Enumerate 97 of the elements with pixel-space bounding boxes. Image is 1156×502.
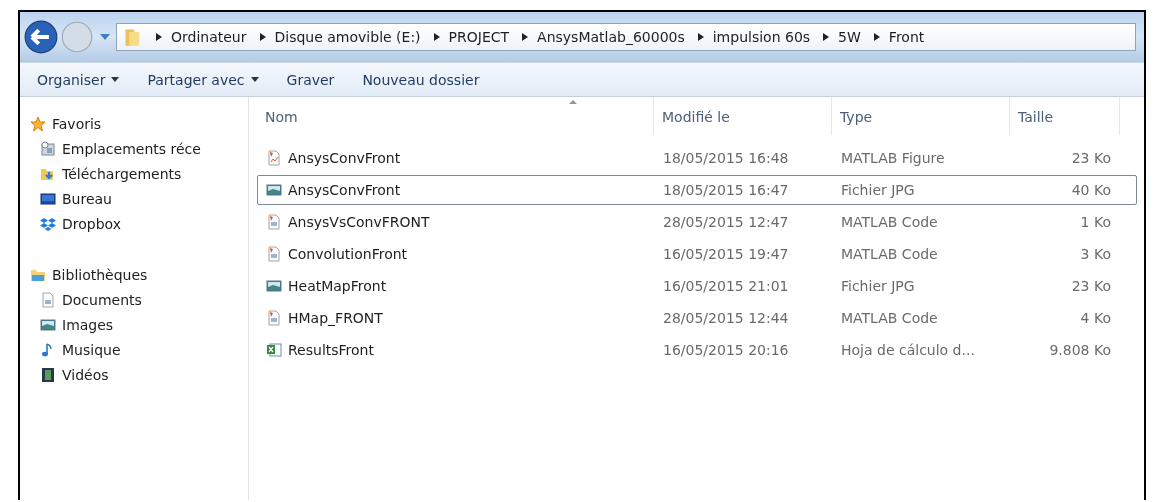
table-cell-text: 9.808 Ko: [1048, 342, 1112, 358]
sidebar-item[interactable]: Favoris: [20, 111, 248, 136]
file-name: HeatMapFront: [288, 278, 387, 294]
sort-arrow-icon: [569, 100, 577, 104]
caret-icon: [111, 77, 120, 82]
sidebar-item[interactable]: Bureau: [20, 186, 248, 211]
arrow-icon[interactable]: [522, 33, 529, 41]
file-name: ConvolutionFront: [288, 246, 408, 262]
table-cell-text: Fichier JPG: [840, 182, 916, 198]
sidebar-label: Images: [62, 316, 114, 333]
image-icon: [40, 316, 56, 333]
table-cell-text: 23 Ko: [1070, 278, 1112, 294]
sidebar-label: Téléchargements: [62, 165, 182, 182]
file-row[interactable]: AnsysConvFront 18/05/2015 16:48 MATLAB Figure 23 Ko: [257, 143, 1137, 173]
table-cell-text: 18/05/2015 16:48: [662, 150, 790, 166]
breadcrumb-item[interactable]: Ordinateur: [171, 29, 247, 45]
file-row[interactable]: AnsysVsConvFRONT 28/05/2015 12:47 MATLAB Code 1 Ko: [257, 207, 1137, 237]
table-cell-text: Fichier JPG: [840, 278, 916, 294]
arrow-icon[interactable]: [156, 33, 162, 41]
toolbar-button[interactable]: Partager avec: [144, 67, 262, 92]
column-header[interactable]: Modifié le: [654, 97, 832, 135]
sidebar-label: Musique: [62, 341, 121, 358]
sidebar-item[interactable]: Images: [20, 312, 248, 337]
breadcrumb-item[interactable]: impulsion 60s: [712, 29, 811, 45]
file-name: AnsysVsConvFRONT: [288, 214, 430, 230]
table-cell-text: MATLAB Code: [840, 246, 939, 262]
film-icon: [40, 366, 56, 383]
sidebar-label: Bureau: [62, 190, 112, 207]
dropbox-icon: [40, 215, 56, 232]
document-icon: [40, 291, 56, 308]
sidebar-item[interactable]: Dropbox: [20, 211, 248, 236]
sidebar-label: Favoris: [52, 115, 102, 132]
sidebar-item[interactable]: Bibliothèques: [20, 262, 248, 287]
file-row[interactable]: HeatMapFront 16/05/2015 21:01 Fichier JPG 23 Ko: [257, 271, 1137, 301]
table-cell-text: Hoja de cálculo d...: [840, 342, 976, 358]
image-file-icon: [266, 278, 282, 294]
image-file-icon: [266, 182, 282, 198]
arrow-icon[interactable]: [433, 33, 440, 41]
star-icon: [30, 115, 46, 132]
table-cell-text: 28/05/2015 12:47: [662, 214, 790, 230]
breadcrumb-item[interactable]: 5W: [838, 29, 861, 45]
sidebar-item[interactable]: Téléchargements: [20, 161, 248, 186]
address-bar[interactable]: Ordinateur Disque amovible (E:) PROJECT AnsysMatlab_60000s impulsion 60s 5W Front: [116, 23, 1136, 51]
spreadsheet-file-icon: [266, 342, 282, 358]
code-file-icon: [266, 214, 282, 230]
file-name: AnsysConvFront: [288, 150, 401, 166]
arrow-icon[interactable]: [697, 33, 704, 41]
sidebar-item[interactable]: Vidéos: [20, 362, 248, 387]
recent-places-icon: [40, 140, 56, 157]
table-cell-text: MATLAB Figure: [840, 150, 946, 166]
sidebar-label: Vidéos: [62, 366, 109, 383]
breadcrumb-item[interactable]: AnsysMatlab_60000s: [537, 29, 685, 45]
figure-file-icon: [266, 150, 282, 166]
code-file-icon: [266, 310, 282, 326]
sidebar-item[interactable]: Documents: [20, 287, 248, 312]
column-header[interactable]: Taille: [1010, 97, 1120, 135]
file-row[interactable]: ResultsFront 16/05/2015 20:16 Hoja de cálculo d... 9.808 Ko: [257, 335, 1137, 365]
sidebar-label: Documents: [62, 291, 142, 308]
file-name: ResultsFront: [288, 342, 374, 358]
sidebar-label: Emplacements réce: [62, 140, 201, 157]
table-cell-text: MATLAB Code: [840, 310, 939, 326]
arrow-icon[interactable]: [823, 33, 830, 41]
table-cell-text: 23 Ko: [1070, 150, 1112, 166]
file-row[interactable]: ConvolutionFront 16/05/2015 19:47 MATLAB Code 3 Ko: [257, 239, 1137, 269]
toolbar-button[interactable]: Graver: [283, 67, 338, 92]
table-cell-text: 16/05/2015 21:01: [662, 278, 790, 294]
file-row[interactable]: HMap_FRONT 28/05/2015 12:44 MATLAB Code 4 Ko: [257, 303, 1137, 333]
column-header[interactable]: Type: [832, 97, 1010, 135]
table-cell-text: 40 Ko: [1070, 182, 1112, 198]
sidebar-item[interactable]: Musique: [20, 337, 248, 362]
code-file-icon: [266, 246, 282, 262]
back-button[interactable]: [24, 20, 58, 54]
table-cell-text: 4 Ko: [1079, 310, 1112, 326]
file-name: AnsysConvFront: [288, 182, 401, 198]
sidebar-label: Bibliothèques: [52, 266, 148, 283]
arrow-icon[interactable]: [259, 33, 266, 41]
table-cell-text: MATLAB Code: [840, 214, 939, 230]
breadcrumb-item[interactable]: Front: [888, 29, 925, 45]
caret-icon[interactable]: [100, 34, 110, 40]
toolbar-button[interactable]: Nouveau dossier: [359, 67, 483, 92]
breadcrumb-item[interactable]: PROJECT: [448, 29, 510, 45]
table-cell-text: 16/05/2015 19:47: [662, 246, 790, 262]
table-cell-text: 16/05/2015 20:16: [662, 342, 790, 358]
arrow-icon[interactable]: [873, 33, 880, 41]
table-cell-text: 18/05/2015 16:47: [662, 182, 790, 198]
file-row[interactable]: AnsysConvFront 18/05/2015 16:47 Fichier JPG 40 Ko: [257, 175, 1137, 205]
breadcrumb-item[interactable]: Disque amovible (E:): [274, 29, 421, 45]
table-cell-text: 3 Ko: [1079, 246, 1112, 262]
sidebar-item[interactable]: Emplacements réce: [20, 136, 248, 161]
table-cell-text: 28/05/2015 12:44: [662, 310, 790, 326]
file-name: HMap_FRONT: [288, 310, 383, 326]
sidebar-label: Dropbox: [62, 215, 121, 232]
table-cell-text: 1 Ko: [1079, 214, 1112, 230]
toolbar-button[interactable]: Organiser: [34, 67, 123, 92]
desktop-icon: [40, 190, 56, 207]
caret-icon: [250, 77, 259, 82]
column-header[interactable]: Nom: [257, 97, 654, 135]
